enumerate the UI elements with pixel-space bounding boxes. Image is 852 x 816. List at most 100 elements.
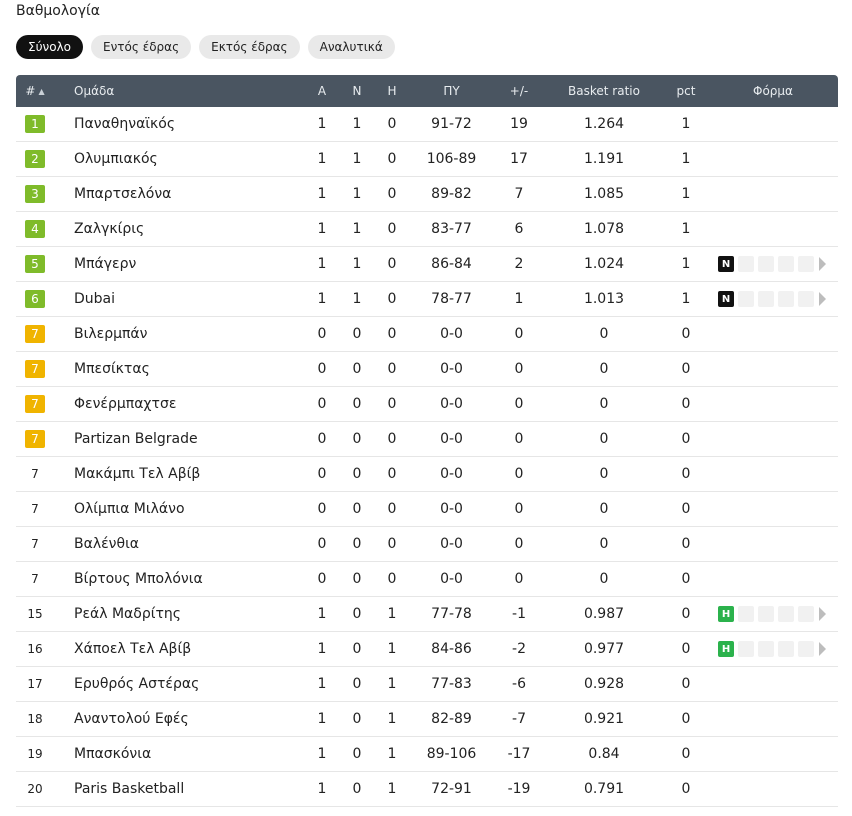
plus-minus-value: 0	[514, 326, 524, 342]
basket-ratio-value: 0.921	[583, 711, 625, 727]
form-empty-slot	[738, 256, 754, 272]
header-points[interactable]: ΠΥ	[414, 75, 489, 107]
pct-value: 0	[681, 536, 691, 552]
table-row[interactable]: 7 Μακάμπι Τελ Αβίβ 0 0 0 0-0 0 0 0	[16, 457, 838, 492]
table-row[interactable]: 19 Μπασκόνια 1 0 1 89-106 -17 0.84 0	[16, 737, 838, 772]
chevron-right-icon[interactable]	[819, 607, 826, 621]
wins-value: 0	[352, 711, 362, 727]
team-name[interactable]: Ολίμπια Μιλάνο	[74, 492, 294, 526]
chevron-right-icon[interactable]	[819, 292, 826, 306]
header-played[interactable]: Α	[307, 75, 337, 107]
wins-value: 0	[352, 396, 362, 412]
form-cell	[718, 142, 828, 176]
position-number: 20	[27, 782, 43, 796]
losses-value: 0	[387, 326, 397, 342]
losses-value: 0	[387, 186, 397, 202]
team-name[interactable]: Μακάμπι Τελ Αβίβ	[74, 457, 294, 491]
form-cell	[718, 352, 828, 386]
losses-value: 0	[387, 396, 397, 412]
team-name[interactable]: Μπεσίκτας	[74, 352, 294, 386]
header-plus-minus[interactable]: +/-	[499, 75, 539, 107]
table-row[interactable]: 20 Paris Basketball 1 0 1 72-91 -19 0.791 0	[16, 772, 838, 807]
table-row[interactable]: 18 Αναντολού Εφές 1 0 1 82-89 -7 0.921 0	[16, 702, 838, 737]
table-row[interactable]: 2 Ολυμπιακός 1 1 0 106-89 17 1.191 1	[16, 142, 838, 177]
position-cell: 20	[16, 772, 54, 806]
table-row[interactable]: 7 Partizan Belgrade 0 0 0 0-0 0 0 0	[16, 422, 838, 457]
position-cell: 16	[16, 632, 54, 666]
form-cell	[718, 527, 828, 561]
team-name[interactable]: Ερυθρός Αστέρας	[74, 667, 294, 701]
team-name[interactable]: Μπάγερν	[74, 247, 294, 281]
played-value: 1	[317, 291, 327, 307]
header-losses[interactable]: Η	[377, 75, 407, 107]
pct-value: 0	[681, 746, 691, 762]
team-name[interactable]: Ζαλγκίρις	[74, 212, 294, 246]
tab-home[interactable]: Εντός έδρας	[91, 35, 192, 59]
team-name[interactable]: Φενέρμπαχτσε	[74, 387, 294, 421]
pct-value: 0	[681, 431, 691, 447]
table-row[interactable]: 7 Βίρτους Μπολόνια 0 0 0 0-0 0 0 0	[16, 562, 838, 597]
team-name[interactable]: Ρεάλ Μαδρίτης	[74, 597, 294, 631]
plus-minus-value: -17	[507, 746, 531, 762]
losses-value: 1	[387, 711, 397, 727]
team-name[interactable]: Βιλερμπάν	[74, 317, 294, 351]
position-cell: 1	[16, 107, 54, 141]
table-row[interactable]: 17 Ερυθρός Αστέρας 1 0 1 77-83 -6 0.928 0	[16, 667, 838, 702]
team-name[interactable]: Μπασκόνια	[74, 737, 294, 771]
table-row[interactable]: 5 Μπάγερν 1 1 0 86-84 2 1.024 1 N	[16, 247, 838, 282]
table-row[interactable]: 6 Dubai 1 1 0 78-77 1 1.013 1 N	[16, 282, 838, 317]
team-name[interactable]: Παναθηναϊκός	[74, 107, 294, 141]
table-row[interactable]: 3 Μπαρτσελόνα 1 1 0 89-82 7 1.085 1	[16, 177, 838, 212]
points-value: 0-0	[440, 571, 463, 587]
form-cell	[718, 492, 828, 526]
form-cell	[718, 457, 828, 491]
chevron-right-icon[interactable]	[819, 257, 826, 271]
form-empty-slot	[738, 641, 754, 657]
pct-value: 0	[681, 326, 691, 342]
tab-total[interactable]: Σύνολο	[16, 35, 84, 59]
position-cell: 5	[16, 247, 54, 281]
team-name[interactable]: Partizan Belgrade	[74, 422, 294, 456]
header-pct[interactable]: pct	[666, 75, 706, 107]
position-badge: 4	[25, 220, 45, 238]
plus-minus-value: 0	[514, 396, 524, 412]
team-name[interactable]: Χάποελ Τελ Αβίβ	[74, 632, 294, 666]
points-value: 89-82	[431, 186, 472, 202]
table-row[interactable]: 1 Παναθηναϊκός 1 1 0 91-72 19 1.264 1	[16, 107, 838, 142]
losses-value: 0	[387, 501, 397, 517]
header-position[interactable]: # ▲	[16, 75, 54, 107]
table-row[interactable]: 7 Φενέρμπαχτσε 0 0 0 0-0 0 0 0	[16, 387, 838, 422]
table-row[interactable]: 4 Ζαλγκίρις 1 1 0 83-77 6 1.078 1	[16, 212, 838, 247]
points-value: 89-106	[426, 746, 477, 762]
header-basket-ratio[interactable]: Basket ratio	[554, 75, 654, 107]
played-value: 0	[317, 466, 327, 482]
table-row[interactable]: 15 Ρεάλ Μαδρίτης 1 0 1 77-78 -1 0.987 0 H	[16, 597, 838, 632]
played-value: 0	[317, 361, 327, 377]
team-name[interactable]: Αναντολού Εφές	[74, 702, 294, 736]
team-name[interactable]: Μπαρτσελόνα	[74, 177, 294, 211]
team-name[interactable]: Paris Basketball	[74, 772, 294, 806]
header-team[interactable]: Ομάδα	[74, 75, 294, 107]
basket-ratio-value: 0	[599, 571, 609, 587]
tab-detailed[interactable]: Αναλυτικά	[307, 35, 395, 59]
team-name[interactable]: Dubai	[74, 282, 294, 316]
pct-value: 0	[681, 676, 691, 692]
tab-away[interactable]: Εκτός έδρας	[199, 35, 300, 59]
team-name[interactable]: Ολυμπιακός	[74, 142, 294, 176]
team-name[interactable]: Βαλένθια	[74, 527, 294, 561]
table-row[interactable]: 7 Ολίμπια Μιλάνο 0 0 0 0-0 0 0 0	[16, 492, 838, 527]
team-name[interactable]: Βίρτους Μπολόνια	[74, 562, 294, 596]
chevron-right-icon[interactable]	[819, 642, 826, 656]
table-row[interactable]: 7 Βαλένθια 0 0 0 0-0 0 0 0	[16, 527, 838, 562]
position-number: 7	[31, 537, 39, 551]
pct-value: 1	[681, 221, 691, 237]
position-cell: 15	[16, 597, 54, 631]
basket-ratio-value: 0.791	[583, 781, 625, 797]
table-row[interactable]: 16 Χάποελ Τελ Αβίβ 1 0 1 84-86 -2 0.977 0 H	[16, 632, 838, 667]
header-wins[interactable]: Ν	[342, 75, 372, 107]
losses-value: 1	[387, 746, 397, 762]
position-cell: 7	[16, 492, 54, 526]
plus-minus-value: 6	[514, 221, 524, 237]
table-row[interactable]: 7 Μπεσίκτας 0 0 0 0-0 0 0 0	[16, 352, 838, 387]
table-row[interactable]: 7 Βιλερμπάν 0 0 0 0-0 0 0 0	[16, 317, 838, 352]
